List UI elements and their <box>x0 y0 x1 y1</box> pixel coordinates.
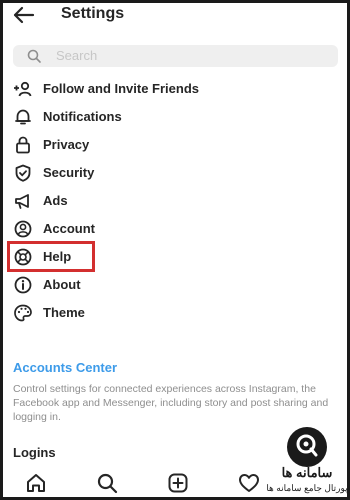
menu-item-security[interactable]: Security <box>13 161 333 185</box>
info-icon <box>14 276 32 294</box>
megaphone-icon <box>15 194 29 209</box>
menu-item-account[interactable]: Account <box>13 217 333 241</box>
search-icon <box>27 49 41 63</box>
add-post-icon[interactable] <box>167 472 189 494</box>
header: Settings <box>3 3 347 35</box>
person-circle-icon <box>14 220 32 238</box>
add-person-icon <box>14 81 32 97</box>
menu-item-label: Privacy <box>43 137 90 152</box>
menu-item-label: About <box>43 277 81 292</box>
watermark-subtext: پورتال جامع سامانه ها <box>266 483 348 493</box>
accounts-center-description: Control settings for connected experienc… <box>13 383 329 423</box>
menu-item-label: Follow and Invite Friends <box>43 81 200 96</box>
palette-icon <box>14 304 32 322</box>
page-title: Settings <box>61 5 125 22</box>
menu-item-label: Account <box>43 221 95 236</box>
logins-section-title: Logins <box>13 445 56 460</box>
menu-item-label: Notifications <box>43 109 122 124</box>
menu-item-label: Security <box>43 165 95 180</box>
menu-item-follow-invite[interactable]: Follow and Invite Friends <box>13 77 333 101</box>
watermark-glyph-icon <box>296 434 318 457</box>
menu-item-label: Theme <box>43 305 85 320</box>
home-icon[interactable] <box>25 472 47 494</box>
menu-item-privacy[interactable]: Privacy <box>13 133 333 157</box>
menu-item-label: Ads <box>43 193 68 208</box>
watermark-badge-icon <box>287 427 327 467</box>
search-icon[interactable] <box>96 472 118 494</box>
bell-icon <box>15 109 31 125</box>
app-frame: Settings Search Follow and Invite Friend… <box>0 0 350 500</box>
menu-item-theme[interactable]: Theme <box>13 301 333 325</box>
heart-icon[interactable] <box>238 472 260 494</box>
watermark-logo: سامانه ها پورتال جامع سامانه ها <box>265 427 349 497</box>
menu-item-notifications[interactable]: Notifications <box>13 105 333 129</box>
arrow-left-icon[interactable] <box>11 5 35 25</box>
shield-check-icon <box>15 164 31 182</box>
watermark-text: سامانه ها <box>281 465 333 480</box>
menu-item-ads[interactable]: Ads <box>13 189 333 213</box>
menu-item-about[interactable]: About <box>13 273 333 297</box>
help-highlight-box <box>7 241 95 272</box>
search-placeholder: Search <box>56 48 98 63</box>
lock-icon <box>16 136 30 154</box>
search-input[interactable]: Search <box>13 45 338 67</box>
accounts-center-link[interactable]: Accounts Center <box>13 360 117 375</box>
